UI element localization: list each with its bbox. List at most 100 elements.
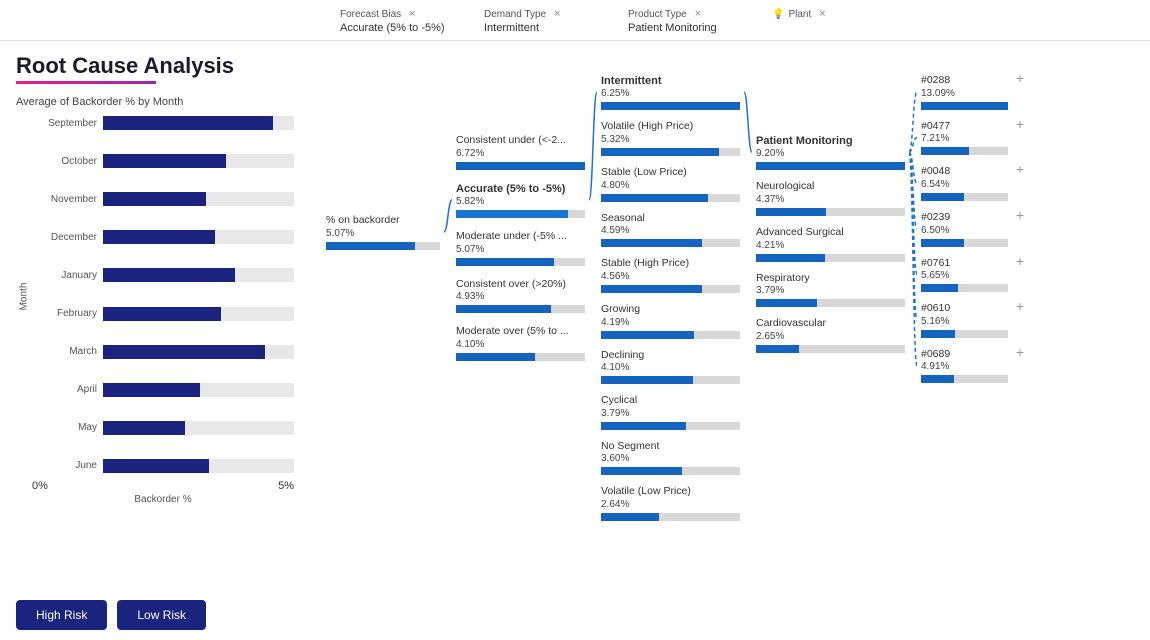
funnel-col-root: % on backorder 5.07% (318, 51, 448, 253)
node-row: Volatile (High Price) 5.32% (597, 117, 744, 159)
node-bar (601, 422, 686, 430)
node-name: #0761 (921, 257, 1008, 271)
node-bar (601, 285, 702, 293)
bar-row: June (32, 459, 294, 473)
bar-fill (103, 268, 235, 282)
node-name: #0288 (921, 74, 1008, 88)
bar-track (103, 154, 294, 168)
demand-type-close[interactable]: × (554, 8, 560, 20)
expand-button[interactable]: + (1016, 345, 1024, 359)
node-pct: 13.09% (921, 88, 1008, 99)
node-pct: 6.25% (601, 88, 740, 99)
buttons-row: High Risk Low Risk (16, 600, 294, 630)
node-pct: 5.32% (601, 134, 740, 145)
node-pct: 5.16% (921, 316, 1008, 327)
bar-row: May (32, 421, 294, 435)
node-row: #0239 6.50% + (917, 208, 1024, 250)
funnel-node[interactable]: Stable (High Price) 4.56% (597, 254, 744, 296)
funnel-node[interactable]: Declining 4.10% (597, 346, 744, 388)
node-pct: 3.79% (756, 285, 905, 296)
bar-fill (103, 154, 226, 168)
node-row: Seasonal 4.59% (597, 209, 744, 251)
expand-button[interactable]: + (1016, 71, 1024, 85)
node-name: Moderate under (-5% ... (456, 230, 585, 244)
node-pct: 9.20% (756, 148, 905, 159)
node-row: Consistent under (<-2... 6.72% (452, 131, 589, 173)
filter-plant: Plant × (772, 8, 892, 22)
expand-button[interactable]: + (1016, 117, 1024, 131)
funnel-node[interactable]: Consistent under (<-2... 6.72% (452, 131, 589, 173)
funnel-node[interactable]: No Segment 3.60% (597, 437, 744, 479)
node-pct: 5.65% (921, 270, 1008, 281)
funnel-node[interactable]: #0761 5.65% (917, 254, 1012, 296)
funnel-node[interactable]: Advanced Surgical 4.21% (752, 223, 909, 265)
node-bar (921, 284, 958, 292)
funnel-node[interactable]: Growing 4.19% (597, 300, 744, 342)
funnel-col-2: Intermittent 6.25% Volatile (High Price)… (593, 51, 748, 524)
x-axis: 0% 5% (32, 476, 294, 492)
node-bar (456, 353, 535, 361)
node-name: Growing (601, 303, 740, 317)
funnel-col-1: Consistent under (<-2... 6.72% Accurate … (448, 51, 593, 364)
plant-close[interactable]: × (819, 8, 825, 20)
funnel-node[interactable]: Moderate over (5% to ... 4.10% (452, 322, 589, 364)
node-row: #0288 13.09% + (917, 71, 1024, 113)
expand-button[interactable]: + (1016, 162, 1024, 176)
funnel-node[interactable]: Patient Monitoring 9.20% (752, 131, 909, 173)
node-bar (456, 258, 554, 266)
funnel-node[interactable]: Respiratory 3.79% (752, 269, 909, 311)
funnel-node[interactable]: Accurate (5% to -5%) 5.82% (452, 179, 589, 221)
node-name: Respiratory (756, 272, 905, 286)
expand-button[interactable]: + (1016, 299, 1024, 313)
product-type-close[interactable]: × (695, 8, 701, 20)
node-name: #0048 (921, 165, 1008, 179)
high-risk-button[interactable]: High Risk (16, 600, 107, 630)
bar-label: February (32, 308, 97, 319)
funnel-node[interactable]: Consistent over (>20%) 4.93% (452, 275, 589, 317)
funnel-node[interactable]: Cyclical 3.79% (597, 391, 744, 433)
node-row: #0477 7.21% + (917, 117, 1024, 159)
node-pct: 6.72% (456, 148, 585, 159)
funnel-node[interactable]: Moderate under (-5% ... 5.07% (452, 227, 589, 269)
funnel-node[interactable]: #0477 7.21% (917, 117, 1012, 159)
node-pct: 6.50% (921, 225, 1008, 236)
funnel-node[interactable]: Volatile (High Price) 5.32% (597, 117, 744, 159)
node-bar (456, 162, 585, 170)
expand-button[interactable]: + (1016, 254, 1024, 268)
node-row: No Segment 3.60% (597, 437, 744, 479)
funnel-node[interactable]: Cardiovascular 2.65% (752, 314, 909, 356)
funnel-node[interactable]: #0610 5.16% (917, 299, 1012, 341)
filter-bar: Forecast Bias × Accurate (5% to -5%) Dem… (0, 0, 1150, 41)
node-pct: 4.93% (456, 291, 585, 302)
funnel-node[interactable]: Seasonal 4.59% (597, 209, 744, 251)
bar-fill (103, 230, 215, 244)
node-pct: 3.60% (601, 453, 740, 464)
funnel-node[interactable]: Intermittent 6.25% (597, 71, 744, 113)
node-name: Cardiovascular (756, 317, 905, 331)
funnel-node[interactable]: #0288 13.09% (917, 71, 1012, 113)
funnel-node[interactable]: #0239 6.50% (917, 208, 1012, 250)
filter-demand-type: Demand Type × Intermittent (484, 8, 604, 34)
forecast-bias-value: Accurate (5% to -5%) (340, 22, 460, 34)
node-row: Patient Monitoring 9.20% (752, 131, 909, 173)
funnel-node[interactable]: Neurological 4.37% (752, 177, 909, 219)
node-name: Moderate over (5% to ... (456, 325, 585, 339)
low-risk-button[interactable]: Low Risk (117, 600, 206, 630)
bar-row: September (32, 116, 294, 130)
bar-fill (103, 345, 265, 359)
node-name: Stable (Low Price) (601, 166, 740, 180)
funnel-node[interactable]: #0048 6.54% (917, 162, 1012, 204)
forecast-bias-close[interactable]: × (409, 8, 415, 20)
bar-chart-area: Month September October November Decembe… (16, 116, 294, 590)
node-pct: 6.54% (921, 179, 1008, 190)
bar-label: November (32, 194, 97, 205)
node-bar (601, 194, 708, 202)
expand-button[interactable]: + (1016, 208, 1024, 222)
node-bar (921, 330, 955, 338)
node-bar (601, 513, 659, 521)
bar-track (103, 383, 294, 397)
funnel-node[interactable]: Stable (Low Price) 4.80% (597, 163, 744, 205)
funnel-node[interactable]: Volatile (Low Price) 2.64% (597, 482, 744, 524)
node-pct: 5.07% (456, 244, 585, 255)
funnel-node[interactable]: #0689 4.91% (917, 345, 1012, 387)
